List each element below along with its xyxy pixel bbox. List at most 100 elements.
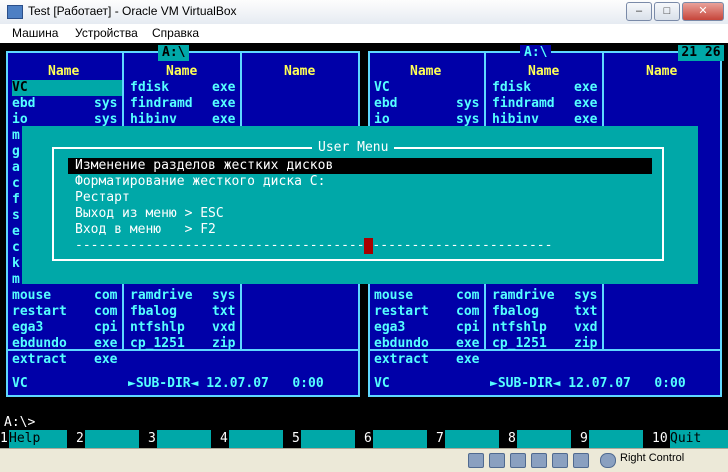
file-name[interactable]: fbalog [492, 304, 539, 320]
file-name[interactable]: mouse [12, 288, 51, 304]
file-ext: zip [574, 336, 598, 351]
file-name[interactable]: c [12, 176, 20, 192]
file-ext: exe [212, 80, 236, 95]
network-icon[interactable] [531, 453, 547, 468]
fkey-6[interactable] [373, 430, 427, 448]
user-menu-item[interactable]: Рестарт [75, 190, 130, 206]
fkey-number: 6 [364, 431, 372, 446]
file-ext: exe [456, 352, 480, 367]
virtualbox-icon [7, 5, 23, 19]
file-name[interactable]: extract [12, 352, 67, 368]
panel-footer-info: ►SUB-DIR◄ 12.07.07 0:00 [490, 376, 686, 391]
command-prompt[interactable]: A:\> [4, 415, 35, 431]
file-ext: exe [574, 80, 598, 95]
file-name[interactable]: s [12, 208, 20, 224]
file-ext: com [456, 288, 480, 303]
file-name[interactable]: cp_1251 [130, 336, 185, 352]
window-titlebar: Test [Работает] - Oracle VM VirtualBox –… [0, 0, 728, 25]
menu-devices[interactable]: Устройства [75, 26, 138, 40]
file-ext: vxd [212, 320, 236, 335]
file-name[interactable]: ramdrive [130, 288, 193, 304]
file-name[interactable]: g [12, 144, 20, 160]
file-name[interactable]: mouse [374, 288, 413, 304]
mouse-cursor-block [364, 238, 373, 254]
fkey-number: 3 [148, 431, 156, 446]
panel-footer-info: ►SUB-DIR◄ 12.07.07 0:00 [128, 376, 324, 391]
column-header: Name [410, 64, 442, 79]
file-name[interactable]: findramd [492, 96, 555, 112]
user-menu-divider: ----------------------------------------… [75, 238, 551, 253]
file-name[interactable]: findramd [130, 96, 193, 112]
fkey-8[interactable] [517, 430, 571, 448]
maximize-button[interactable]: □ [654, 2, 680, 21]
fkey-7[interactable] [445, 430, 499, 448]
file-name[interactable]: extract [374, 352, 429, 368]
fkey-number: 2 [76, 431, 84, 446]
fkey-2[interactable] [85, 430, 139, 448]
file-name[interactable]: c [12, 240, 20, 256]
close-button[interactable]: ✕ [682, 2, 724, 21]
file-ext: sys [94, 96, 118, 111]
mouse-integration-icon[interactable] [600, 453, 616, 468]
panel-footer-name: VC [12, 376, 28, 391]
optical-drive-icon[interactable] [489, 453, 505, 468]
file-name[interactable]: fdisk [492, 80, 531, 96]
file-name[interactable]: ega3 [374, 320, 405, 336]
file-ext: sys [456, 96, 480, 111]
window-title: Test [Работает] - Oracle VM VirtualBox [28, 4, 237, 18]
minimize-button[interactable]: – [626, 2, 652, 21]
file-name[interactable]: k [12, 256, 20, 272]
fkey-number: 10 [652, 431, 668, 446]
function-key-bar: 1 Help 2 3 4 5 6 7 8 9 10 Quit [0, 430, 728, 448]
file-name[interactable]: fdisk [130, 80, 169, 96]
file-ext: exe [94, 336, 118, 351]
menu-help[interactable]: Справка [152, 26, 199, 40]
user-menu-item[interactable]: Форматирование жесткого диска C: [75, 174, 325, 190]
column-header: Name [48, 64, 80, 79]
file-ext: vxd [574, 320, 598, 335]
file-name[interactable]: a [12, 160, 20, 176]
fkey-help[interactable]: Help [9, 430, 67, 448]
file-name[interactable]: VC [374, 80, 390, 96]
file-name[interactable]: ebd [374, 96, 397, 112]
file-name[interactable]: m [12, 128, 20, 144]
file-name[interactable]: f [12, 192, 20, 208]
file-name[interactable]: cp_1251 [492, 336, 547, 352]
file-name[interactable]: ntfshlp [130, 320, 185, 336]
menu-bar: Машина Устройства Справка [0, 24, 728, 44]
file-name[interactable]: e [12, 224, 20, 240]
file-name[interactable]: ebdundo [374, 336, 429, 352]
fkey-number: 9 [580, 431, 588, 446]
menu-machine[interactable]: Машина [12, 26, 58, 40]
usb-icon[interactable] [552, 453, 568, 468]
fkey-quit[interactable]: Quit [670, 430, 728, 448]
fkey-4[interactable] [229, 430, 283, 448]
file-name[interactable]: m [12, 272, 20, 288]
file-name[interactable]: ntfshlp [492, 320, 547, 336]
fkey-3[interactable] [157, 430, 211, 448]
user-menu-item[interactable]: Выход из меню > ESC [75, 206, 224, 222]
file-name[interactable]: restart [374, 304, 429, 320]
fkey-number: 4 [220, 431, 228, 446]
file-name[interactable]: VC [12, 80, 28, 96]
fkey-5[interactable] [301, 430, 355, 448]
floppy-icon[interactable] [510, 453, 526, 468]
fkey-number: 7 [436, 431, 444, 446]
file-name[interactable]: ega3 [12, 320, 43, 336]
vm-screen[interactable]: Name Name Name VC ebd sys io sys fdisk e… [0, 43, 728, 448]
shared-folders-icon[interactable] [573, 453, 589, 468]
file-ext: exe [212, 96, 236, 111]
column-header: Name [166, 64, 198, 79]
user-menu-title: User Menu [312, 140, 395, 156]
file-name[interactable]: fbalog [130, 304, 177, 320]
file-ext: sys [574, 288, 598, 303]
fkey-9[interactable] [589, 430, 643, 448]
user-menu-item[interactable]: Изменение разделов жестких дисков [75, 158, 333, 174]
file-ext: com [456, 304, 480, 319]
file-name[interactable]: ebdundo [12, 336, 67, 352]
hard-disk-icon[interactable] [468, 453, 484, 468]
file-name[interactable]: ebd [12, 96, 35, 112]
file-name[interactable]: ramdrive [492, 288, 555, 304]
user-menu-item[interactable]: Вход в меню > F2 [75, 222, 216, 238]
file-name[interactable]: restart [12, 304, 67, 320]
